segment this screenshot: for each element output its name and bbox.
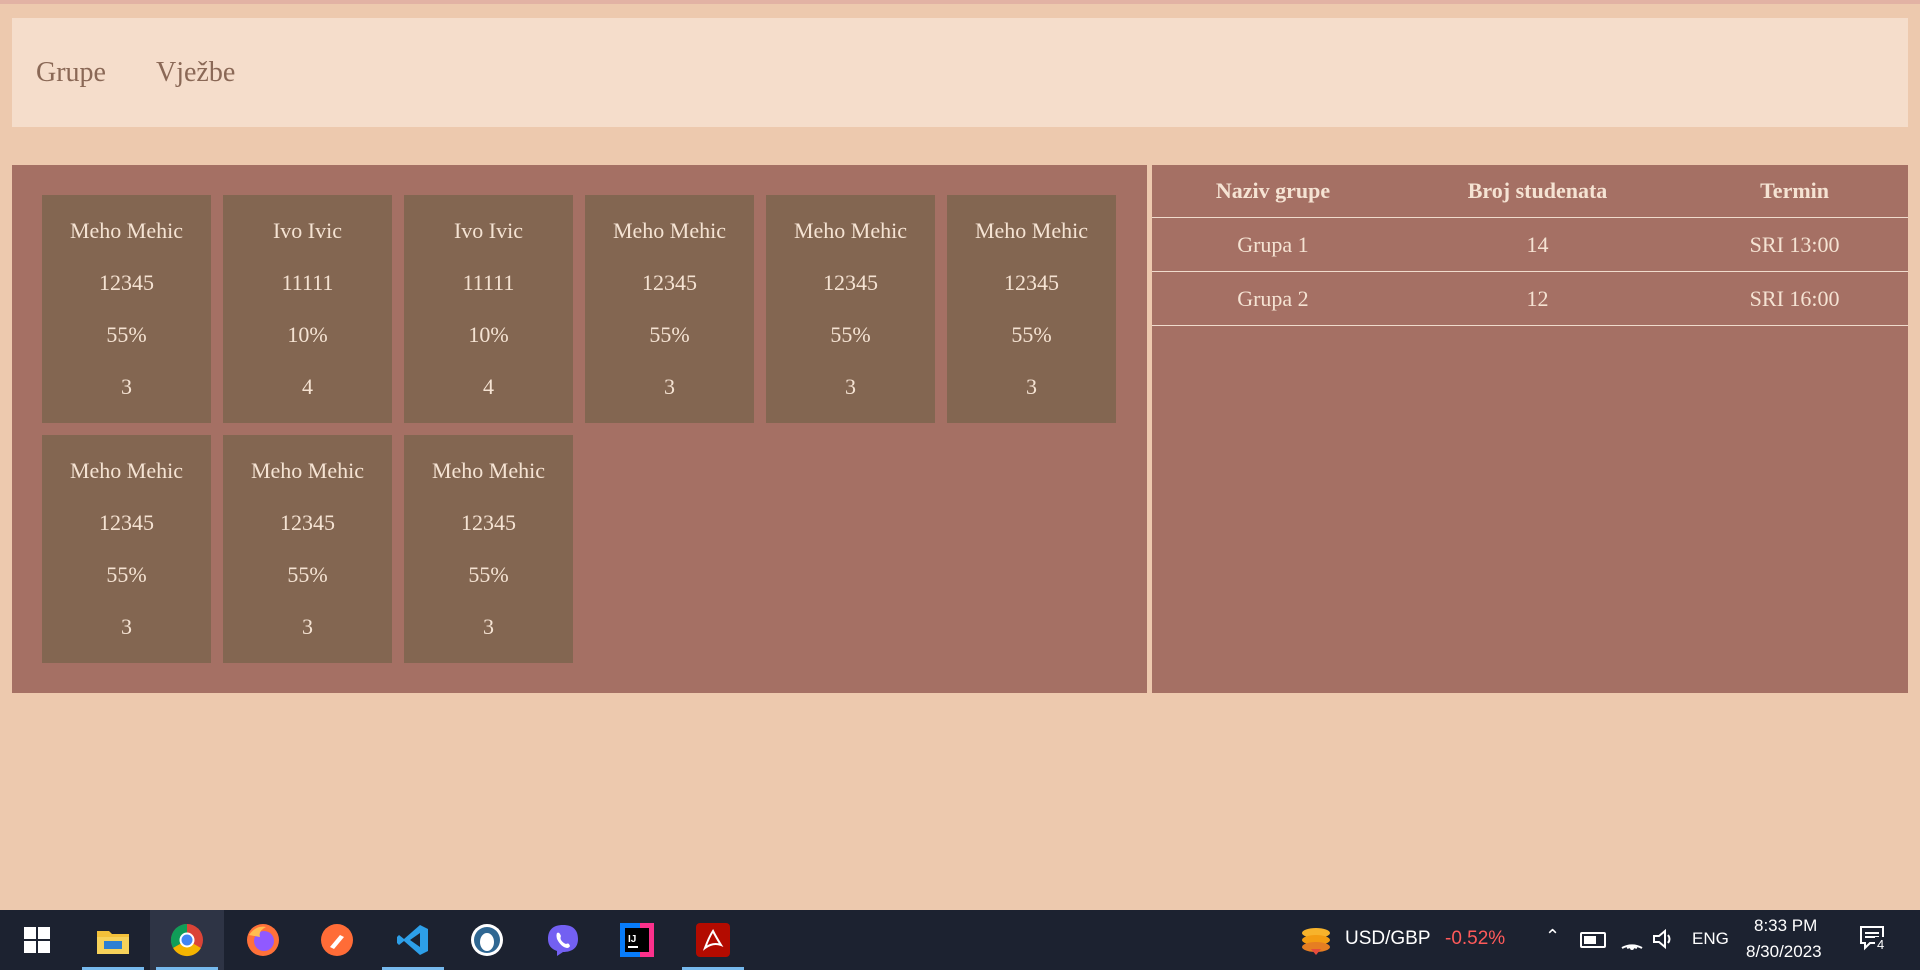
language-indicator[interactable]: ENG [1692, 929, 1729, 949]
student-count: 3 [302, 614, 313, 639]
table-row[interactable]: Grupa 1 14 SRI 13:00 [1152, 217, 1908, 272]
student-percent: 55% [649, 322, 690, 347]
taskbar: IJ USD/GBP -0.52% ⌃ ENG 8:33 PM 8/30/202… [0, 910, 1920, 970]
student-index: 12345 [461, 510, 516, 535]
student-name: Meho Mehic [69, 458, 184, 483]
student-count: 3 [845, 374, 856, 399]
groups-panel: Naziv grupe Broj studenata Termin Grupa … [1152, 165, 1908, 693]
table-row[interactable]: Grupa 2 12 SRI 16:00 [1152, 271, 1908, 326]
clock-date[interactable]: 8/30/2023 [1746, 942, 1822, 962]
group-name: Grupa 2 [1152, 271, 1394, 326]
student-card[interactable]: Meho Mehic 12345 55% 3 [42, 435, 211, 663]
student-index: 12345 [99, 270, 154, 295]
acrobat-icon[interactable] [676, 910, 750, 970]
student-card[interactable]: Meho Mehic 12345 55% 3 [223, 435, 392, 663]
ticker-icon[interactable] [1296, 910, 1336, 970]
notification-center-icon[interactable]: 4 [1858, 924, 1888, 954]
nav-link-vjezbe[interactable]: Vježbe [156, 57, 235, 89]
student-index: 12345 [1004, 270, 1059, 295]
student-percent: 55% [468, 562, 509, 587]
group-name: Grupa 1 [1152, 217, 1394, 272]
pgadmin-icon[interactable] [450, 910, 524, 970]
battery-icon[interactable] [1580, 932, 1606, 948]
student-percent: 55% [830, 322, 871, 347]
student-grid: Meho Mehic 12345 55% 3 Ivo Ivic 11111 10% 4 Ivo … [42, 195, 1132, 663]
students-panel: Meho Mehic 12345 55% 3 Ivo Ivic 11111 10% 4 Ivo … [12, 165, 1147, 693]
student-card[interactable]: Meho Mehic 12345 55% 3 [766, 195, 935, 423]
student-count: 4 [302, 374, 313, 399]
notification-count: 4 [1875, 937, 1887, 952]
ticker-label[interactable]: USD/GBP [1345, 928, 1431, 950]
ticker-change[interactable]: -0.52% [1445, 928, 1505, 950]
volume-icon[interactable] [1652, 928, 1676, 950]
student-card[interactable]: Meho Mehic 12345 55% 3 [42, 195, 211, 423]
student-name: Meho Mehic [250, 458, 365, 483]
student-percent: 55% [1011, 322, 1052, 347]
intellij-icon[interactable]: IJ [600, 910, 674, 970]
student-index: 11111 [462, 270, 515, 295]
student-name: Ivo Ivic [272, 218, 343, 243]
nav-link-grupe[interactable]: Grupe [36, 57, 106, 89]
student-card[interactable]: Ivo Ivic 11111 10% 4 [404, 195, 573, 423]
student-percent: 55% [106, 322, 147, 347]
header-naziv-grupe: Naziv grupe [1152, 165, 1394, 218]
firefox-icon[interactable] [226, 910, 300, 970]
navbar: Grupe Vježbe [12, 18, 1908, 127]
student-card[interactable]: Ivo Ivic 11111 10% 4 [223, 195, 392, 423]
student-percent: 10% [287, 322, 328, 347]
student-percent: 10% [468, 322, 509, 347]
top-border [0, 0, 1920, 4]
student-count: 3 [483, 614, 494, 639]
student-name: Ivo Ivic [453, 218, 524, 243]
postman-icon[interactable] [300, 910, 374, 970]
student-card[interactable]: Meho Mehic 12345 55% 3 [947, 195, 1116, 423]
wifi-icon[interactable] [1620, 928, 1644, 950]
student-name: Meho Mehic [69, 218, 184, 243]
student-percent: 55% [287, 562, 328, 587]
windows-start-icon[interactable] [0, 910, 74, 970]
student-name: Meho Mehic [974, 218, 1089, 243]
header-broj-studenata: Broj studenata [1393, 165, 1682, 218]
file-explorer-icon[interactable] [76, 910, 150, 970]
student-index: 12345 [642, 270, 697, 295]
svg-text:IJ: IJ [628, 934, 636, 945]
header-termin: Termin [1681, 165, 1908, 218]
viber-icon[interactable] [526, 910, 600, 970]
student-index: 11111 [281, 270, 334, 295]
student-card[interactable]: Meho Mehic 12345 55% 3 [585, 195, 754, 423]
student-count: 14 [1393, 217, 1682, 272]
student-index: 12345 [99, 510, 154, 535]
student-count: 3 [121, 374, 132, 399]
student-name: Meho Mehic [431, 458, 546, 483]
vscode-icon[interactable] [376, 910, 450, 970]
student-count: 3 [121, 614, 132, 639]
student-count: 4 [483, 374, 494, 399]
student-count: 3 [1026, 374, 1037, 399]
chevron-up-icon[interactable]: ⌃ [1545, 926, 1560, 947]
student-count: 3 [664, 374, 675, 399]
student-index: 12345 [280, 510, 335, 535]
groups-table: Naziv grupe Broj studenata Termin Grupa … [1152, 165, 1908, 326]
student-name: Meho Mehic [612, 218, 727, 243]
student-card[interactable]: Meho Mehic 12345 55% 3 [404, 435, 573, 663]
table-header-row: Naziv grupe Broj studenata Termin [1152, 165, 1908, 218]
chrome-icon[interactable] [150, 910, 224, 970]
student-count: 12 [1393, 271, 1682, 326]
group-term: SRI 13:00 [1681, 217, 1908, 272]
student-index: 12345 [823, 270, 878, 295]
student-name: Meho Mehic [793, 218, 908, 243]
group-term: SRI 16:00 [1681, 271, 1908, 326]
student-percent: 55% [106, 562, 147, 587]
clock-time[interactable]: 8:33 PM [1754, 916, 1817, 936]
